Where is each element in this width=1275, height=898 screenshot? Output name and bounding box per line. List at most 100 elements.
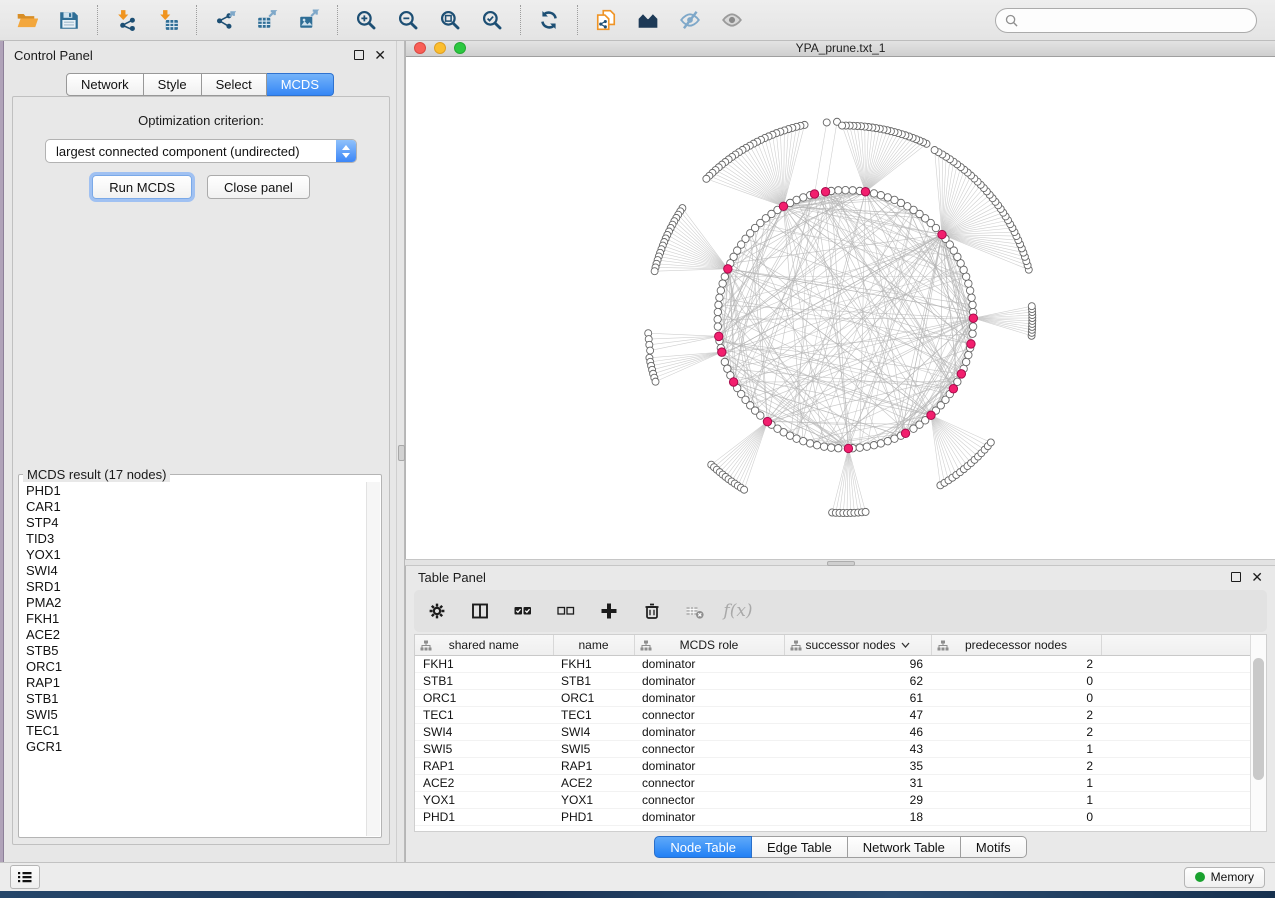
network-node[interactable] — [856, 443, 863, 450]
mcds-result-item[interactable]: TID3 — [26, 531, 367, 547]
mcds-list-scrollbar[interactable] — [366, 482, 380, 836]
network-hub-node[interactable] — [821, 187, 829, 195]
table-scrollbar-thumb[interactable] — [1253, 658, 1264, 780]
network-node[interactable] — [962, 358, 969, 365]
save-button[interactable] — [48, 3, 90, 37]
mcds-result-item[interactable]: FKH1 — [26, 611, 367, 627]
table-cell[interactable]: 0 — [931, 690, 1101, 707]
table-cell[interactable]: 18 — [784, 809, 931, 826]
table-cell[interactable]: 62 — [784, 673, 931, 690]
import-table-button[interactable] — [147, 3, 189, 37]
tab-motifs[interactable]: Motifs — [961, 836, 1027, 858]
table-row[interactable]: PHD1PHD1dominator180 — [415, 809, 1262, 826]
criterion-dropdown[interactable]: largest connected component (undirected) — [45, 139, 357, 163]
network-node[interactable] — [835, 186, 842, 193]
table-row[interactable]: TEC1TEC1connector472 — [415, 707, 1262, 724]
network-hub-node[interactable] — [763, 417, 771, 425]
network-node[interactable] — [968, 294, 975, 301]
network-hub-node[interactable] — [957, 369, 965, 377]
table-cell[interactable]: 2 — [931, 758, 1101, 775]
network-hub-node[interactable] — [967, 339, 975, 347]
table-cell[interactable]: 2 — [931, 707, 1101, 724]
horizontal-splitter[interactable] — [405, 559, 1275, 566]
mcds-result-item[interactable]: SWI4 — [26, 563, 367, 579]
network-hub-node[interactable] — [901, 429, 909, 437]
table-cell[interactable]: 47 — [784, 707, 931, 724]
network-hub-node[interactable] — [718, 347, 726, 355]
column-header-successor-nodes[interactable]: successor nodes — [784, 635, 931, 656]
search-input[interactable] — [1024, 12, 1247, 28]
close-panel-icon[interactable]: ✕ — [1251, 572, 1263, 582]
network-leaf-node[interactable] — [823, 119, 830, 126]
tab-edge-table[interactable]: Edge Table — [752, 836, 848, 858]
zoom-selected-button[interactable] — [471, 3, 513, 37]
mcds-result-item[interactable]: STB1 — [26, 691, 367, 707]
network-node[interactable] — [714, 322, 721, 329]
table-cell[interactable]: STB1 — [553, 673, 634, 690]
apply-layout-button[interactable] — [528, 3, 570, 37]
table-cell[interactable]: connector — [634, 792, 784, 809]
mcds-result-item[interactable]: ACE2 — [26, 627, 367, 643]
network-leaf-node[interactable] — [741, 486, 748, 493]
table-row[interactable]: SWI5SWI5connector431 — [415, 741, 1262, 758]
network-node[interactable] — [870, 189, 877, 196]
mcds-result-item[interactable]: PMA2 — [26, 595, 367, 611]
network-leaf-node[interactable] — [839, 122, 846, 129]
network-node[interactable] — [716, 294, 723, 301]
table-cell[interactable]: 0 — [931, 809, 1101, 826]
float-panel-icon[interactable] — [354, 50, 364, 60]
network-node[interactable] — [965, 351, 972, 358]
network-node[interactable] — [757, 411, 764, 418]
column-header-mcds-role[interactable]: MCDS role — [634, 635, 784, 656]
network-node[interactable] — [828, 443, 835, 450]
export-image-button[interactable] — [288, 3, 330, 37]
table-cell[interactable]: 1 — [931, 741, 1101, 758]
run-mcds-button[interactable]: Run MCDS — [92, 175, 192, 199]
network-node[interactable] — [863, 442, 870, 449]
table-cell[interactable]: 43 — [784, 741, 931, 758]
network-node[interactable] — [877, 191, 884, 198]
table-cell[interactable]: PHD1 — [553, 809, 634, 826]
table-cell[interactable]: 1 — [931, 775, 1101, 792]
network-hub-node[interactable] — [779, 202, 787, 210]
tab-style[interactable]: Style — [144, 73, 202, 96]
network-node[interactable] — [849, 186, 856, 193]
table-cell[interactable]: ORC1 — [553, 690, 634, 707]
table-cell[interactable]: STB1 — [415, 673, 553, 690]
network-node[interactable] — [835, 444, 842, 451]
network-node[interactable] — [966, 286, 973, 293]
table-cell[interactable]: SWI5 — [415, 741, 553, 758]
network-hub-node[interactable] — [861, 187, 869, 195]
memory-button[interactable]: Memory — [1184, 867, 1265, 888]
network-window-titlebar[interactable]: YPA_prune.txt_1 — [406, 41, 1275, 57]
mcds-result-item[interactable]: GCR1 — [26, 739, 367, 755]
network-hub-node[interactable] — [927, 411, 935, 419]
table-cell[interactable]: dominator — [634, 656, 784, 673]
hide-selected-button[interactable] — [669, 3, 711, 37]
table-cell[interactable]: connector — [634, 741, 784, 758]
table-cell[interactable]: 46 — [784, 724, 931, 741]
table-cell[interactable]: dominator — [634, 724, 784, 741]
table-cell[interactable]: SWI5 — [553, 741, 634, 758]
show-all-button[interactable] — [711, 3, 753, 37]
network-leaf-node[interactable] — [987, 439, 994, 446]
network-node[interactable] — [719, 279, 726, 286]
delete-column-button[interactable] — [639, 598, 665, 624]
zoom-in-button[interactable] — [345, 3, 387, 37]
table-cell[interactable]: connector — [634, 707, 784, 724]
network-node[interactable] — [969, 301, 976, 308]
mcds-result-item[interactable]: ORC1 — [26, 659, 367, 675]
table-row[interactable]: ORC1ORC1dominator610 — [415, 690, 1262, 707]
table-row[interactable]: FKH1FKH1dominator962 — [415, 656, 1262, 673]
network-node[interactable] — [965, 279, 972, 286]
network-hub-node[interactable] — [969, 314, 977, 322]
table-cell[interactable]: dominator — [634, 673, 784, 690]
table-row[interactable]: SWI4SWI4dominator462 — [415, 724, 1262, 741]
network-node[interactable] — [714, 315, 721, 322]
float-panel-icon[interactable] — [1231, 572, 1241, 582]
function-builder-button[interactable]: f(x) — [725, 598, 751, 624]
vertical-splitter[interactable] — [396, 41, 405, 862]
mcds-result-item[interactable]: STB5 — [26, 643, 367, 659]
mcds-result-item[interactable]: SRD1 — [26, 579, 367, 595]
tab-network[interactable]: Network — [66, 73, 144, 96]
